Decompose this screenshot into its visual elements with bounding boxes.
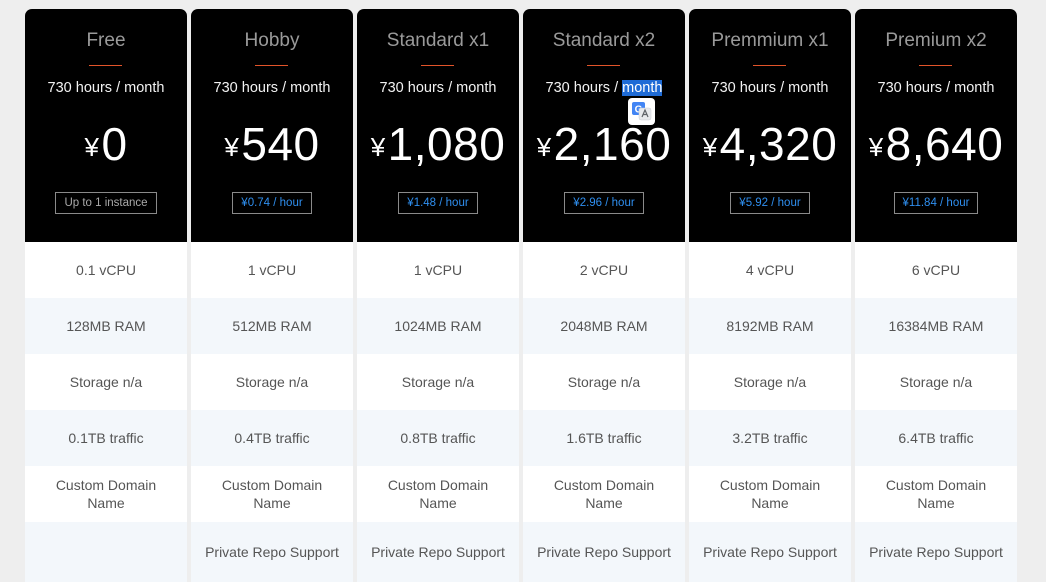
price-value: 0 [101,118,128,170]
plan-price: ¥4,320 [689,117,851,171]
price-value: 8,640 [885,118,1004,170]
feature-ram: 512MB RAM [191,298,353,354]
currency-symbol: ¥ [536,132,552,162]
feature-ram: 2048MB RAM [523,298,685,354]
feature-traffic: 0.4TB traffic [191,410,353,466]
feature-cpu: 1 vCPU [191,242,353,298]
plan-column-standard-x1: Standard x1 730 hours / month ¥1,080 ¥1.… [357,9,519,582]
feature-domain: Custom Domain Name [25,466,187,522]
google-translate-icon[interactable]: G [628,98,655,125]
plan-column-premium-x2: Premium x2 730 hours / month ¥8,640 ¥11.… [855,9,1017,582]
selected-text[interactable]: month [622,80,663,96]
feature-domain: Custom Domain Name [689,466,851,522]
plan-header: Free 730 hours / month ¥0 Up to 1 instan… [25,9,187,242]
feature-cpu: 2 vCPU [523,242,685,298]
divider [587,65,620,66]
feature-repo [25,522,187,582]
feature-storage: Storage n/a [523,354,685,410]
plan-header: Standard x1 730 hours / month ¥1,080 ¥1.… [357,9,519,242]
rate-badge[interactable]: ¥5.92 / hour [730,192,810,214]
feature-ram: 1024MB RAM [357,298,519,354]
plan-name: Hobby [244,30,300,51]
price-value: 540 [241,118,320,170]
price-value: 1,080 [387,118,506,170]
plan-price: ¥1,080 [357,117,519,171]
feature-repo: Private Repo Support [855,522,1017,582]
plan-price: ¥8,640 [855,117,1017,171]
price-value: 2,160 [553,118,672,170]
feature-ram: 16384MB RAM [855,298,1017,354]
plan-name: Standard x1 [386,30,490,51]
divider [255,65,288,66]
feature-domain: Custom Domain Name [357,466,519,522]
plan-name: Standard x2 [552,30,656,51]
plan-price: ¥0 [25,117,187,171]
feature-domain: Custom Domain Name [855,466,1017,522]
currency-symbol: ¥ [868,132,884,162]
plan-column-standard-x2: Standard x2 730 hours / month ¥2,160 ¥2.… [523,9,685,582]
divider [421,65,454,66]
feature-storage: Storage n/a [689,354,851,410]
feature-traffic: 3.2TB traffic [689,410,851,466]
feature-ram: 128MB RAM [25,298,187,354]
feature-cpu: 1 vCPU [357,242,519,298]
feature-domain: Custom Domain Name [191,466,353,522]
plan-name: Free [86,30,126,51]
plan-header: Premium x2 730 hours / month ¥8,640 ¥11.… [855,9,1017,242]
feature-repo: Private Repo Support [191,522,353,582]
feature-traffic: 6.4TB traffic [855,410,1017,466]
currency-symbol: ¥ [370,132,386,162]
currency-symbol: ¥ [702,132,718,162]
feature-repo: Private Repo Support [357,522,519,582]
feature-storage: Storage n/a [25,354,187,410]
rate-badge: Up to 1 instance [55,192,157,214]
currency-symbol: ¥ [84,132,100,162]
plan-hours: 730 hours / month [379,80,497,96]
feature-storage: Storage n/a [357,354,519,410]
plan-name: Premium x2 [885,30,987,51]
currency-symbol: ¥ [224,132,240,162]
feature-domain: Custom Domain Name [523,466,685,522]
plan-header: Standard x2 730 hours / month ¥2,160 ¥2.… [523,9,685,242]
plan-hours: 730 hours / month [877,80,995,96]
rate-badge[interactable]: ¥2.96 / hour [564,192,644,214]
pricing-table: Free 730 hours / month ¥0 Up to 1 instan… [25,9,1017,582]
plan-header: Hobby 730 hours / month ¥540 ¥0.74 / hou… [191,9,353,242]
plan-column-premium-x1: Premmium x1 730 hours / month ¥4,320 ¥5.… [689,9,851,582]
plan-column-free: Free 730 hours / month ¥0 Up to 1 instan… [25,9,187,582]
feature-cpu: 6 vCPU [855,242,1017,298]
plan-price: ¥2,160 [523,117,685,171]
plan-name: Premmium x1 [711,30,829,51]
feature-cpu: 4 vCPU [689,242,851,298]
feature-traffic: 0.1TB traffic [25,410,187,466]
plan-hours: 730 hours / month [213,80,331,96]
rate-badge[interactable]: ¥1.48 / hour [398,192,478,214]
feature-storage: Storage n/a [191,354,353,410]
hours-prefix: 730 hours / [545,80,623,96]
plan-hours: 730 hours / month [47,80,165,96]
divider [919,65,952,66]
plan-hours: 730 hours / month [523,80,685,96]
price-value: 4,320 [719,118,838,170]
divider [89,65,122,66]
rate-badge[interactable]: ¥0.74 / hour [232,192,312,214]
feature-repo: Private Repo Support [689,522,851,582]
plan-column-hobby: Hobby 730 hours / month ¥540 ¥0.74 / hou… [191,9,353,582]
feature-traffic: 0.8TB traffic [357,410,519,466]
feature-storage: Storage n/a [855,354,1017,410]
feature-repo: Private Repo Support [523,522,685,582]
feature-cpu: 0.1 vCPU [25,242,187,298]
plan-hours: 730 hours / month [711,80,829,96]
divider [753,65,786,66]
plan-header: Premmium x1 730 hours / month ¥4,320 ¥5.… [689,9,851,242]
feature-traffic: 1.6TB traffic [523,410,685,466]
rate-badge[interactable]: ¥11.84 / hour [893,192,979,214]
plan-price: ¥540 [191,117,353,171]
feature-ram: 8192MB RAM [689,298,851,354]
